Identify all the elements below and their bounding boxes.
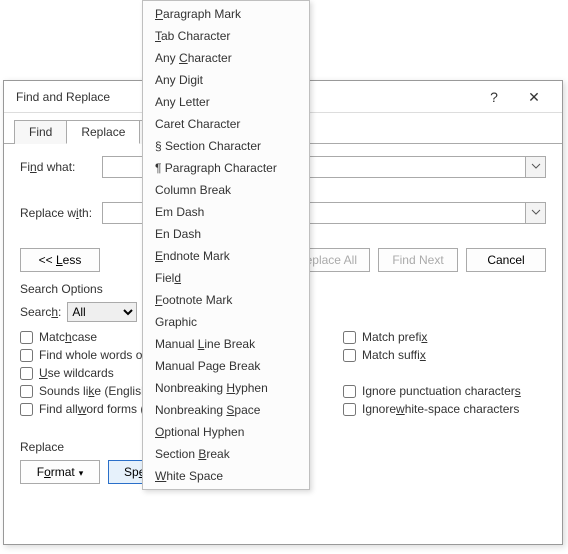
ignore-punct-check[interactable]: Ignore punctuation characters [343, 384, 546, 398]
special-menu-item[interactable]: Any Letter [143, 91, 309, 113]
special-menu-item[interactable]: Nonbreaking Hyphen [143, 377, 309, 399]
format-button[interactable]: Format▾ [20, 460, 100, 484]
special-menu-item[interactable]: Em Dash [143, 201, 309, 223]
special-menu-item[interactable]: Manual Page Break [143, 355, 309, 377]
special-menu-item[interactable]: Column Break [143, 179, 309, 201]
tab-find[interactable]: Find [14, 120, 67, 144]
cancel-button[interactable]: Cancel [466, 248, 546, 272]
special-menu-item[interactable]: Paragraph Mark [143, 3, 309, 25]
search-direction-label: Search: [20, 305, 61, 319]
special-menu-item[interactable]: Any Digit [143, 69, 309, 91]
special-menu-item[interactable]: Footnote Mark [143, 289, 309, 311]
special-menu-item[interactable]: Optional Hyphen [143, 421, 309, 443]
close-button[interactable]: ✕ [514, 81, 554, 113]
special-menu-item[interactable]: Manual Line Break [143, 333, 309, 355]
special-menu-item[interactable]: Caret Character [143, 113, 309, 135]
special-menu-item[interactable]: White Space [143, 465, 309, 487]
match-prefix-check[interactable]: Match prefix [343, 330, 546, 344]
special-menu-item[interactable]: Endnote Mark [143, 245, 309, 267]
special-menu-item[interactable]: ¶ Paragraph Character [143, 157, 309, 179]
tab-replace[interactable]: Replace [66, 120, 140, 144]
special-menu-item[interactable]: Tab Character [143, 25, 309, 47]
replace-with-label: Replace with: [20, 206, 102, 220]
special-menu-item[interactable]: Graphic [143, 311, 309, 333]
less-button[interactable]: << Less [20, 248, 100, 272]
special-menu-item[interactable]: Section Break [143, 443, 309, 465]
find-what-dropdown[interactable] [526, 156, 546, 178]
ignore-white-check[interactable]: Ignore white-space characters [343, 402, 546, 416]
special-menu: Paragraph MarkTab CharacterAny Character… [142, 0, 310, 490]
find-what-label: Find what: [20, 160, 102, 174]
special-menu-item[interactable]: En Dash [143, 223, 309, 245]
special-menu-item[interactable]: Nonbreaking Space [143, 399, 309, 421]
special-menu-item[interactable]: Any Character [143, 47, 309, 69]
chevron-down-icon [531, 207, 541, 217]
dialog-title: Find and Replace [16, 81, 110, 113]
replace-with-dropdown[interactable] [526, 202, 546, 224]
match-suffix-check[interactable]: Match suffix [343, 348, 546, 362]
help-button[interactable]: ? [474, 81, 514, 113]
special-menu-item[interactable]: Field [143, 267, 309, 289]
find-next-button[interactable]: Find Next [378, 248, 458, 272]
search-direction-select[interactable]: All [67, 302, 137, 322]
chevron-down-icon [531, 161, 541, 171]
special-menu-item[interactable]: § Section Character [143, 135, 309, 157]
